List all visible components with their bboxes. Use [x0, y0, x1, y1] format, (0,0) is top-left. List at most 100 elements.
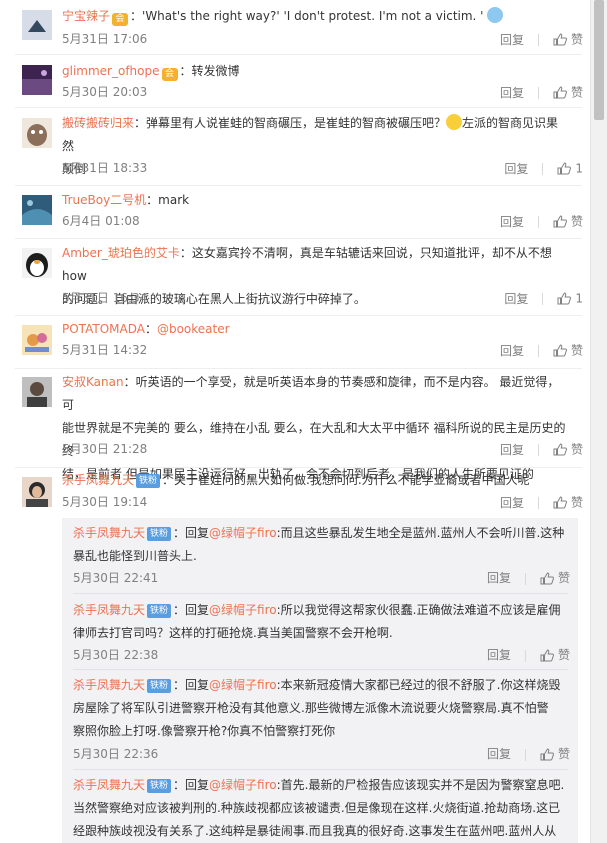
comment-item: POTATOMADA：@bookeater 5月31日 14:32 回复 赞: [0, 316, 590, 369]
comment-time: 5月30日 20:03: [62, 85, 148, 99]
comment-time: 5月30日 21:28: [62, 442, 148, 456]
divider: [537, 443, 539, 456]
like-count[interactable]: 赞: [571, 33, 583, 47]
avatar[interactable]: [22, 65, 52, 95]
divider: [524, 572, 526, 585]
like-icon[interactable]: [553, 344, 567, 357]
comment-author[interactable]: POTATOMADA: [62, 322, 145, 336]
like-icon[interactable]: [553, 215, 567, 228]
comment-text: ：听英语的一个享受，就是听英语本身的节奏感和旋律，而不是内容。 最近觉得，可: [62, 375, 560, 412]
like-count[interactable]: 赞: [571, 443, 583, 457]
like-icon[interactable]: [557, 292, 572, 305]
reply-button[interactable]: 回复: [487, 747, 511, 761]
reply-button[interactable]: 回复: [500, 443, 524, 457]
like-icon[interactable]: [540, 748, 554, 761]
vip-badge-icon[interactable]: 会: [112, 13, 129, 26]
comment-author[interactable]: 宁宝辣子: [62, 9, 110, 23]
like-count[interactable]: 赞: [571, 86, 583, 100]
like-icon[interactable]: [553, 33, 567, 46]
sub-reply: 杀手凤舞九天 铁粉 ：回复@绿帽子firo:首先.最新的尸检报告应该现实并不是因为警…: [62, 770, 578, 843]
fan-badge[interactable]: 铁粉: [147, 779, 172, 793]
like-icon[interactable]: [553, 496, 567, 509]
avatar[interactable]: [22, 477, 52, 507]
reply-prefix: ：回复: [173, 678, 210, 692]
reply-author[interactable]: 杀手凤舞九天: [73, 603, 145, 617]
like-count[interactable]: 赞: [571, 496, 583, 510]
sub-reply: 杀手凤舞九天 铁粉 ：回复@绿帽子firo:本来新冠疫情大家都已经过的很不舒服了.你…: [62, 670, 578, 770]
like-count[interactable]: 1: [575, 162, 583, 176]
reply-text: :而且这些暴乱发生地全是蓝州.蓝州人不会听川普.这种: [276, 526, 565, 540]
comment-text: ：'What's the right way?' 'I don't protes…: [130, 9, 484, 23]
comment-author[interactable]: Amber_琥珀色的艾卡: [62, 246, 180, 260]
reply-text-line: 房屋除了将军队引进警察开枪没有其他意义.那些微博左派像木流说要火烧警察局.真不怕…: [73, 701, 549, 715]
comment-time: 5月31日 18:33: [62, 161, 148, 175]
comment-text: ：关于崔娃问的黑人如何做.我想问问.为什么不能学亚裔或者中国人呢: [162, 473, 530, 487]
like-count[interactable]: 赞: [558, 648, 570, 662]
scrollbar[interactable]: [590, 0, 607, 843]
reply-button[interactable]: 回复: [500, 496, 524, 510]
scrollbar-thumb[interactable]: [594, 0, 604, 120]
divider: [542, 292, 544, 305]
comment-item: TrueBoy二号机：mark 6月4日 01:08 回复 赞: [0, 186, 590, 239]
reply-time: 5月30日 22:38: [73, 648, 159, 662]
divider: [542, 162, 544, 175]
reply-author[interactable]: 杀手凤舞九天: [73, 526, 145, 540]
reply-prefix: ：回复: [173, 778, 210, 792]
comment-author[interactable]: TrueBoy二号机: [62, 193, 146, 207]
mention-link[interactable]: @绿帽子firo: [209, 678, 277, 692]
reply-button[interactable]: 回复: [500, 86, 524, 100]
reply-button[interactable]: 回复: [500, 344, 524, 358]
like-count[interactable]: 赞: [558, 747, 570, 761]
like-count[interactable]: 赞: [571, 344, 583, 358]
comment-author[interactable]: 杀手凤舞九天: [62, 473, 134, 487]
reply-button[interactable]: 回复: [500, 33, 524, 47]
like-icon[interactable]: [540, 572, 554, 585]
reply-button[interactable]: 回复: [504, 292, 528, 306]
mention-link[interactable]: @绿帽子firo: [209, 603, 277, 617]
divider: [537, 86, 539, 99]
vip-badge-icon[interactable]: 会: [161, 68, 178, 81]
like-icon[interactable]: [553, 86, 567, 99]
avatar[interactable]: [22, 118, 52, 148]
reply-author[interactable]: 杀手凤舞九天: [73, 678, 145, 692]
avatar[interactable]: [22, 195, 52, 225]
divider: [537, 215, 539, 228]
like-icon[interactable]: [540, 649, 554, 662]
avatar[interactable]: [22, 10, 52, 40]
comment-time: 5月31日 16:34: [62, 291, 148, 305]
avatar[interactable]: [22, 248, 52, 278]
mention-link[interactable]: @bookeater: [157, 322, 230, 336]
reply-button[interactable]: 回复: [487, 571, 511, 585]
divider: [537, 33, 539, 46]
sub-reply: 杀手凤舞九天 铁粉 ：回复@绿帽子firo:所以我觉得这帮家伙很蠢.正确做法难道不应…: [62, 594, 578, 670]
reply-button[interactable]: 回复: [500, 215, 524, 229]
fan-badge[interactable]: 铁粉: [147, 527, 172, 541]
reply-button[interactable]: 回复: [504, 162, 528, 176]
mention-link[interactable]: @绿帽子firo: [209, 526, 277, 540]
like-count[interactable]: 赞: [558, 571, 570, 585]
like-icon[interactable]: [553, 443, 567, 456]
reply-prefix: ：回复: [173, 526, 210, 540]
fan-badge[interactable]: 铁粉: [147, 604, 172, 618]
reply-text-line: 暴乱也能怪到川普头上.: [73, 549, 197, 563]
sub-reply: 杀手凤舞九天 铁粉 ：回复@绿帽子firo:而且这些暴乱发生地全是蓝州.蓝州人不会听…: [62, 518, 578, 594]
comment-author[interactable]: glimmer_ofhope: [62, 64, 160, 78]
comment-time: 6月4日 01:08: [62, 214, 140, 228]
fan-badge[interactable]: 铁粉: [136, 474, 161, 488]
like-icon[interactable]: [557, 162, 572, 175]
like-count[interactable]: 1: [575, 292, 583, 306]
reply-text-line: 当然警察绝对应该被判刑的.种族歧视都应该被谴责.但是像现在这样.火烧街道.抢劫商…: [73, 801, 561, 815]
comment-item: Amber_琥珀色的艾卡：这女嘉宾拎不清啊，真是车轱辘话来回说，只知道批评，却不…: [0, 239, 590, 316]
avatar[interactable]: [22, 377, 52, 407]
mention-link[interactable]: @绿帽子firo: [209, 778, 277, 792]
comment-item: glimmer_ofhope 会：转发微博 5月30日 20:03 回复 赞: [0, 55, 590, 108]
like-count[interactable]: 赞: [571, 215, 583, 229]
divider: [524, 649, 526, 662]
reply-author[interactable]: 杀手凤舞九天: [73, 778, 145, 792]
reply-text: :首先.最新的尸检报告应该现实并不是因为警察窒息吧.: [276, 778, 565, 792]
comment-author[interactable]: 安叔Kanan: [62, 375, 124, 389]
reply-button[interactable]: 回复: [487, 648, 511, 662]
fan-badge[interactable]: 铁粉: [147, 679, 172, 693]
comment-author[interactable]: 搬砖搬砖归来: [62, 116, 134, 130]
avatar[interactable]: [22, 325, 52, 355]
